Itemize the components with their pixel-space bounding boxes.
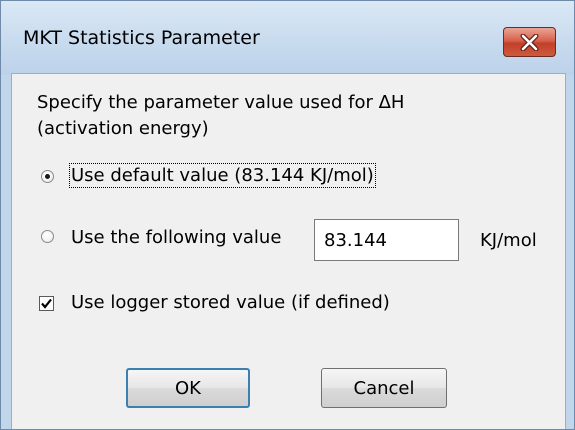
- dialog-content: Specify the parameter value used for ΔH …: [11, 73, 566, 429]
- title-bar[interactable]: MKT Statistics Parameter: [1, 1, 574, 75]
- unit-label: KJ/mol: [480, 230, 537, 251]
- default-value-radio[interactable]: [41, 170, 54, 183]
- custom-value-label[interactable]: Use the following value: [71, 227, 281, 248]
- activation-energy-input[interactable]: [314, 219, 459, 261]
- logger-value-label[interactable]: Use logger stored value (if defined): [71, 292, 390, 313]
- close-icon: [520, 34, 539, 51]
- parameter-description: Specify the parameter value used for ΔH …: [37, 92, 405, 139]
- close-button[interactable]: [503, 27, 556, 57]
- dialog-window: MKT Statistics Parameter Specify the par…: [0, 0, 575, 430]
- logger-value-checkbox[interactable]: [39, 296, 54, 311]
- cancel-button[interactable]: Cancel: [321, 368, 447, 408]
- window-title: MKT Statistics Parameter: [23, 27, 260, 49]
- custom-value-radio[interactable]: [41, 230, 54, 243]
- ok-button[interactable]: OK: [126, 368, 250, 408]
- default-value-label[interactable]: Use default value (83.144 KJ/mol): [69, 163, 376, 188]
- checkmark-icon: [41, 298, 52, 309]
- radio-selected-dot: [45, 174, 50, 179]
